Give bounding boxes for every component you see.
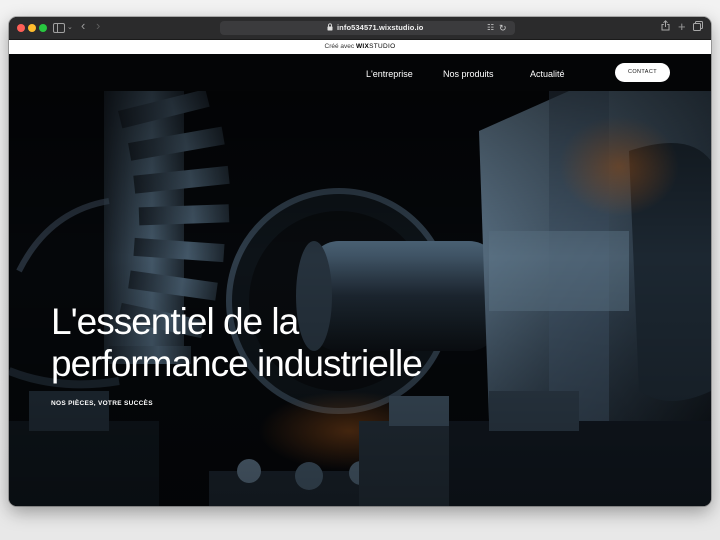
sidebar-icon[interactable] [53, 23, 65, 33]
wix-studio-label: STUDIO [369, 43, 396, 50]
close-dot-icon[interactable] [17, 24, 25, 32]
url-text: info534571.wixstudio.io [337, 23, 424, 32]
share-icon[interactable] [661, 20, 670, 36]
forward-icon[interactable]: › [96, 18, 100, 34]
plus-icon[interactable]: + [678, 19, 686, 35]
hero-title-line1: L'essentiel de la [51, 301, 299, 342]
browser-toolbar: ⌄ ‹ › info534571.wixstudio.io ☷ ↻ + [9, 17, 711, 40]
translate-icon[interactable]: ☷ [487, 22, 494, 34]
wix-studio-banner[interactable]: Créé avec WIXSTUDIO [9, 40, 711, 54]
maximize-dot-icon[interactable] [39, 24, 47, 32]
nav-link-entreprise[interactable]: L'entreprise [366, 68, 413, 80]
hero-title: L'essentiel de la performance industriel… [51, 301, 571, 385]
hero-machinery-image [9, 91, 711, 506]
banner-prefix: Créé avec [324, 43, 355, 50]
address-bar[interactable]: info534571.wixstudio.io ☷ ↻ [220, 21, 515, 35]
reload-icon[interactable]: ↻ [499, 22, 507, 34]
back-icon[interactable]: ‹ [81, 18, 85, 34]
nav-link-produits[interactable]: Nos produits [443, 68, 494, 80]
lock-icon [327, 23, 333, 34]
wix-logo: WIX [355, 43, 370, 50]
hero-title-line2: performance industrielle [51, 343, 423, 384]
website: L'entreprise Nos produits Actualité CONT… [9, 54, 711, 506]
contact-button[interactable]: CONTACT [615, 63, 670, 82]
chevron-down-icon[interactable]: ⌄ [67, 20, 73, 36]
nav-link-actualite[interactable]: Actualité [530, 68, 565, 80]
tabs-icon[interactable] [693, 20, 703, 36]
minimize-dot-icon[interactable] [28, 24, 36, 32]
browser-window: ⌄ ‹ › info534571.wixstudio.io ☷ ↻ + Créé… [9, 17, 711, 506]
hero-subtitle: NOS PIÈCES, VOTRE SUCCÈS [51, 400, 153, 407]
